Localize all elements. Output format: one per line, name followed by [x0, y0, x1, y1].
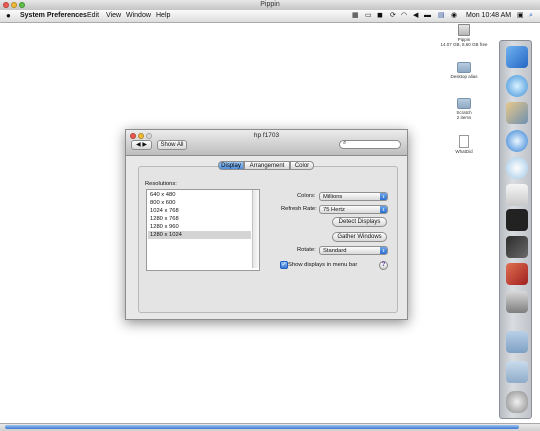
xcode-icon[interactable] [506, 263, 528, 285]
menu-clock[interactable]: Mon 10:48 AM [466, 10, 511, 22]
menu-window[interactable]: Window [126, 10, 151, 22]
display-preferences-window: hp f1703 ◀ ▶ Show All ⌕ Resolutions: 640… [125, 129, 408, 320]
menu-app-name[interactable]: System Preferences [20, 10, 87, 22]
display-panel: Resolutions: 640 x 480 800 x 600 1024 x … [138, 166, 398, 313]
list-item-selected[interactable]: 1280 x 1024 [148, 231, 251, 239]
apple-menu-icon[interactable]: ● [6, 10, 11, 22]
spotlight-icon[interactable]: ⌕ [529, 10, 533, 22]
downloads-folder-icon[interactable] [506, 361, 528, 383]
folder-icon [457, 62, 471, 73]
spaces-icon[interactable]: ▦ [352, 10, 359, 22]
volume-icon[interactable]: ◀ [413, 10, 418, 22]
folder-icon [457, 98, 471, 109]
colors-popup[interactable]: Millions ⇕ [319, 192, 388, 201]
list-item[interactable]: 1024 x 768 [148, 207, 251, 215]
rotate-value: Standard [323, 248, 347, 254]
detect-displays-button[interactable]: Detect Displays [332, 217, 387, 227]
pref-window-title: hp f1703 [253, 132, 280, 139]
help-button[interactable]: ? [379, 261, 388, 270]
desktop-icon-scratch[interactable]: Scratch 2 items [439, 98, 489, 120]
search-icon: ⌕ [343, 140, 347, 146]
menu-view[interactable]: View [106, 10, 121, 22]
trash-icon[interactable] [506, 391, 528, 413]
close-window-icon[interactable] [3, 2, 9, 8]
back-forward-buttons[interactable]: ◀ ▶ [131, 140, 152, 150]
rotate-label: Rotate: [297, 247, 316, 253]
console-icon[interactable] [506, 236, 528, 258]
stop-icon[interactable]: ◼ [377, 10, 383, 22]
quicktime-icon[interactable] [506, 75, 528, 97]
zoom-window-icon[interactable] [19, 2, 25, 8]
desktop-icon-desktop-alias[interactable]: Desktop alias [439, 62, 489, 79]
desktop-icon-label: WhatDid [455, 149, 473, 154]
desktop-icon-sublabel: 2 items [456, 115, 472, 120]
hard-drive-icon [458, 24, 470, 36]
refresh-rate-label: Refresh Rate: [281, 206, 317, 212]
desktop-icon-sublabel: 14.07 GB, 8.60 GB free [440, 42, 488, 47]
refresh-rate-value: 75 Hertz [323, 207, 345, 213]
profile-icon[interactable]: ▣ [517, 10, 524, 22]
list-scrollbar[interactable] [252, 190, 259, 268]
popup-arrows-icon: ⇕ [380, 206, 387, 213]
flag-icon[interactable]: ▤ [438, 10, 445, 22]
list-item[interactable]: 640 x 480 [148, 191, 251, 199]
gather-windows-button[interactable]: Gather Windows [332, 232, 387, 242]
refresh-rate-popup[interactable]: 75 Hertz ⇕ [319, 205, 388, 214]
itunes-icon[interactable] [506, 157, 528, 179]
battery-icon[interactable]: ▬ [424, 10, 431, 22]
colors-value: Millions [323, 194, 343, 200]
minimize-window-icon[interactable] [11, 2, 17, 8]
popup-arrows-icon: ⇕ [380, 247, 387, 254]
resolutions-label: Resolutions: [145, 181, 177, 187]
terminal-icon[interactable] [506, 209, 528, 231]
system-preferences-icon[interactable] [506, 291, 528, 313]
safari-icon[interactable] [506, 130, 528, 152]
window-title: Pippin [260, 1, 280, 8]
list-item[interactable]: 800 x 600 [148, 199, 251, 207]
show-displays-label: Show displays in menu bar [288, 262, 358, 268]
tab-color[interactable]: Color [290, 161, 314, 170]
rotate-popup[interactable]: Standard ⇕ [319, 246, 388, 255]
tab-arrangement[interactable]: Arrangement [244, 161, 290, 170]
applications-folder-icon[interactable] [506, 331, 528, 353]
list-item[interactable]: 1280 x 960 [148, 223, 251, 231]
scrollbar-thumb[interactable] [5, 425, 519, 429]
menu-help[interactable]: Help [156, 10, 170, 22]
tab-display[interactable]: Display [218, 161, 244, 170]
user-icon[interactable]: ◉ [451, 10, 457, 22]
menu-edit[interactable]: Edit [87, 10, 99, 22]
menu-bar: ● System Preferences Edit View Window He… [0, 10, 540, 23]
sync-icon[interactable]: ⟳ [390, 10, 396, 22]
popup-arrows-icon: ⇕ [380, 193, 387, 200]
desktop-icon-whatdid[interactable]: WhatDid [439, 135, 489, 154]
colors-label: Colors: [297, 193, 316, 199]
pref-titlebar: hp f1703 ◀ ▶ Show All ⌕ [126, 130, 407, 156]
show-all-button[interactable]: Show All [157, 140, 187, 150]
dock [499, 40, 532, 419]
list-item[interactable]: 1280 x 768 [148, 215, 251, 223]
preview-icon[interactable] [506, 102, 528, 124]
document-icon [459, 135, 469, 148]
finder-icon[interactable] [506, 46, 528, 68]
search-field[interactable]: ⌕ [339, 140, 401, 149]
show-displays-checkbox[interactable]: ✓ [280, 261, 288, 269]
wifi-icon[interactable]: ◠ [401, 10, 407, 22]
desktop-icon-label: Desktop alias [450, 74, 478, 79]
desktop-icon-pippin[interactable]: Pippin 14.07 GB, 8.60 GB free [439, 24, 489, 47]
resolutions-list: 640 x 480 800 x 600 1024 x 768 1280 x 76… [146, 189, 260, 271]
display-icon[interactable]: ▭ [365, 10, 372, 22]
textedit-icon[interactable] [506, 184, 528, 206]
